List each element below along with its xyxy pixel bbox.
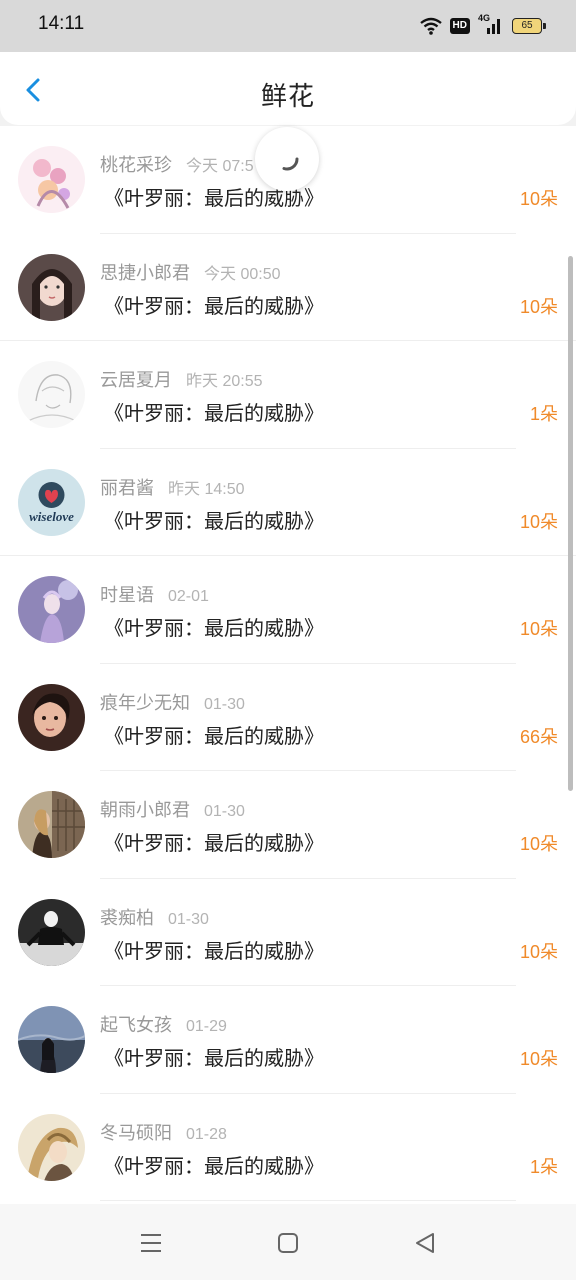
book-title: 《叶罗丽：最后的威胁》 (104, 508, 324, 533)
sender-name: 时星语 (100, 585, 154, 606)
sender-line: 丽君酱 昨天 14:50 (100, 474, 245, 500)
divider (100, 1200, 516, 1201)
nav-menu-button[interactable] (136, 1228, 166, 1258)
status-time: 14:11 (38, 13, 85, 34)
book-title: 《叶罗丽：最后的威胁》 (104, 616, 324, 640)
list-item[interactable]: 云居夏月 昨天 20:55 《叶罗丽：最后的威胁》 1朵 (0, 341, 576, 449)
list-item[interactable]: wiselove 丽君酱 昨天 14:50 《叶罗丽：最后的威胁》 10朵 (0, 449, 576, 556)
avatar[interactable] (18, 361, 85, 428)
sender-line: 起飞女孩 01-29 (100, 1011, 227, 1037)
sender-name: 起飞女孩 (100, 1015, 172, 1036)
flower-count: 1朵 (529, 404, 558, 424)
sender-line: 裘痴柏 01-30 (100, 904, 209, 930)
flower-count: 10朵 (519, 1049, 558, 1069)
book-title: 《叶罗丽：最后的威胁》 (104, 831, 324, 855)
status-bar: 14:11 HD 4G 65 (0, 0, 576, 52)
timestamp: 01-30 (168, 910, 209, 928)
menu-icon (141, 1234, 161, 1252)
avatar[interactable] (18, 576, 85, 643)
flower-record-list[interactable]: 桃花采珍 今天 07:5 《叶罗丽：最后的威胁》 10朵 思捷小郎君 今天 00:5… (0, 126, 576, 1204)
header: 鲜花 (0, 52, 576, 125)
avatar[interactable] (18, 791, 85, 858)
sender-line: 时星语 02-01 (100, 581, 209, 607)
system-nav-bar (0, 1204, 576, 1280)
scrollbar[interactable] (568, 256, 573, 791)
sender-name: 朝雨小郎君 (100, 800, 190, 821)
sender-name: 云居夏月 (100, 370, 172, 391)
flower-count: 10朵 (519, 189, 558, 209)
sender-line: 朝雨小郎君 01-30 (100, 796, 245, 822)
sender-line: 冬马硕阳 01-28 (100, 1119, 227, 1145)
book-title: 《叶罗丽：最后的威胁》 (104, 1153, 324, 1178)
list-item[interactable]: 时星语 02-01 《叶罗丽：最后的威胁》 10朵 (0, 556, 576, 664)
avatar[interactable] (18, 898, 85, 966)
nav-home-button[interactable] (273, 1228, 303, 1258)
sender-line: 云居夏月 昨天 20:55 (100, 366, 263, 392)
hd-badge: HD (449, 18, 470, 34)
flower-count: 10朵 (519, 834, 558, 854)
wifi-icon (419, 17, 442, 35)
home-square-icon (278, 1233, 298, 1253)
avatar-logo-text: wiselove (29, 509, 74, 524)
flower-count: 10朵 (519, 941, 558, 962)
list-item[interactable]: 思捷小郎君 今天 00:50 《叶罗丽：最后的威胁》 10朵 (0, 234, 576, 341)
avatar[interactable] (18, 683, 85, 751)
timestamp: 01-30 (204, 695, 245, 713)
signal-icon: 4G (478, 13, 504, 36)
battery-icon: 65 (512, 18, 546, 34)
timestamp: 昨天 20:55 (186, 373, 263, 390)
timestamp: 今天 00:50 (204, 265, 281, 283)
nav-back-button[interactable] (410, 1228, 440, 1258)
list-item[interactable]: 裘痴柏 01-30 《叶罗丽：最后的威胁》 10朵 (0, 879, 576, 986)
timestamp: 02-01 (168, 588, 209, 605)
sender-line: 思捷小郎君 今天 00:50 (100, 259, 281, 285)
book-title: 《叶罗丽：最后的威胁》 (104, 293, 324, 318)
flower-count: 1朵 (529, 1156, 558, 1177)
flower-count: 10朵 (519, 619, 558, 639)
sender-name: 思捷小郎君 (100, 262, 190, 284)
book-title: 《叶罗丽：最后的威胁》 (104, 938, 324, 963)
triangle-back-icon (416, 1233, 434, 1253)
timestamp: 01-29 (186, 1018, 227, 1035)
timestamp: 01-30 (204, 803, 245, 820)
book-title: 《叶罗丽：最后的威胁》 (104, 401, 324, 425)
list-item[interactable]: 起飞女孩 01-29 《叶罗丽：最后的威胁》 10朵 (0, 986, 576, 1094)
sender-name: 痕年少无知 (100, 692, 190, 714)
flower-count: 10朵 (519, 296, 558, 317)
timestamp: 昨天 14:50 (168, 480, 245, 498)
avatar[interactable] (18, 1113, 85, 1181)
avatar[interactable] (18, 146, 85, 213)
book-title: 《叶罗丽：最后的威胁》 (104, 1046, 324, 1070)
sender-name: 冬马硕阳 (100, 1122, 172, 1144)
avatar[interactable] (18, 253, 85, 321)
sender-line: 痕年少无知 01-30 (100, 689, 245, 715)
sender-name: 桃花采珍 (100, 155, 172, 176)
timestamp: 今天 07:5 (186, 158, 254, 175)
loading-spinner (255, 127, 319, 191)
battery-level: 65 (521, 20, 533, 31)
avatar[interactable] (18, 1006, 85, 1073)
loading-spinner-icon (282, 157, 299, 171)
list-item[interactable]: 冬马硕阳 01-28 《叶罗丽：最后的威胁》 1朵 (0, 1094, 576, 1201)
list-item[interactable]: 痕年少无知 01-30 《叶罗丽：最后的威胁》 66朵 (0, 664, 576, 771)
sender-name: 裘痴柏 (100, 907, 154, 929)
avatar[interactable]: wiselove (18, 468, 85, 536)
list-item[interactable]: 朝雨小郎君 01-30 《叶罗丽：最后的威胁》 10朵 (0, 771, 576, 879)
book-title: 《叶罗丽：最后的威胁》 (104, 723, 324, 748)
timestamp: 01-28 (186, 1125, 227, 1143)
flower-count: 10朵 (519, 511, 558, 532)
flower-count: 66朵 (519, 726, 558, 747)
page-title: 鲜花 (260, 82, 315, 112)
status-icons: HD 4G 65 (419, 13, 546, 38)
sender-name: 丽君酱 (100, 477, 154, 499)
sender-line: 桃花采珍 今天 07:5 (100, 151, 254, 177)
